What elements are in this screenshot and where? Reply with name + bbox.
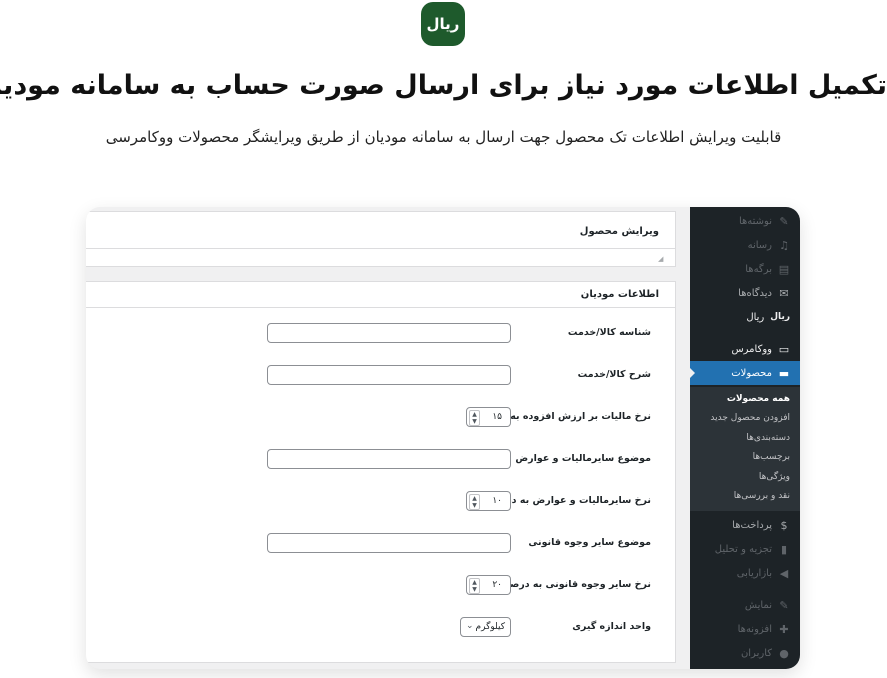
other-tax-subject-label: موضوع سایرمالیات و عوارض xyxy=(515,453,651,464)
active-indicator xyxy=(689,367,695,379)
submenu-item-all-products[interactable]: همه محصولات xyxy=(690,389,800,409)
divider xyxy=(86,248,675,249)
page-subtitle: قابلیت ویرایش اطلاعات تک محصول جهت ارسال… xyxy=(105,128,782,146)
users-icon: ● xyxy=(779,646,789,660)
screenshot-window: ✎ نوشته‌ها ♫ رسانه ▤ برگه‌ها ✉ دیدگاه‌ها… xyxy=(86,207,800,669)
measurement-unit-label: واحد اندازه گیری xyxy=(572,621,651,632)
brand-logo: ریال xyxy=(421,2,465,46)
pin-icon: ✎ xyxy=(779,214,789,228)
sidebar-item-label: ووکامرس xyxy=(731,343,772,355)
page-title: تکمیل اطلاعات مورد نیاز برای ارسال صورت … xyxy=(0,70,887,101)
sidebar-item-marketing[interactable]: ◀ بازاریابی xyxy=(690,562,800,584)
taxpayer-info-title: اطلاعات مودیان xyxy=(580,289,659,300)
other-tax-rate-input[interactable]: ۱۰ ▲ ▼ xyxy=(466,491,511,511)
edit-product-title: ویرایش محصول xyxy=(579,226,659,237)
submenu-item-add-new[interactable]: افزودن محصول جدید xyxy=(690,409,800,429)
sidebar-item-users[interactable]: ● کاربران xyxy=(690,642,800,664)
admin-sidebar: ✎ نوشته‌ها ♫ رسانه ▤ برگه‌ها ✉ دیدگاه‌ها… xyxy=(689,207,800,669)
vat-rate-label: نرخ مالیات بر ارزش افزوده به درصد xyxy=(481,411,651,422)
resize-handle-icon[interactable]: ◢ xyxy=(658,255,663,263)
spinner-icon[interactable]: ▲ ▼ xyxy=(469,494,480,510)
appearance-icon: ✎ xyxy=(779,598,789,612)
sidebar-item-plugins[interactable]: ✚ افزونه‌ها xyxy=(690,618,800,640)
sidebar-item-media[interactable]: ♫ رسانه xyxy=(690,234,800,256)
sidebar-item-label: رسانه xyxy=(747,239,772,251)
product-description-input[interactable] xyxy=(267,365,511,385)
spinner-icon[interactable]: ▲ ▼ xyxy=(469,410,480,426)
spinner-icon[interactable]: ▲ ▼ xyxy=(469,578,480,594)
sidebar-item-woocommerce[interactable]: ▭ ووکامرس xyxy=(690,338,800,360)
legal-funds-subject-input[interactable] xyxy=(267,533,511,553)
measurement-unit-select[interactable]: کیلوگرم ⌄ xyxy=(460,617,511,637)
other-tax-rate-label: نرخ سایرمالیات و عوارض به درصد xyxy=(491,495,651,506)
sidebar-item-label: برگه‌ها xyxy=(745,263,772,275)
sidebar-item-label: نوشته‌ها xyxy=(738,215,772,227)
media-icon: ♫ xyxy=(779,238,789,252)
product-description-label: شرح کالا/خدمت xyxy=(577,369,651,380)
comment-icon: ✉ xyxy=(779,286,789,300)
divider xyxy=(86,307,675,308)
payments-icon: $ xyxy=(780,518,788,532)
brand-logo-text: ریال xyxy=(426,15,460,33)
marketing-icon: ◀ xyxy=(779,566,789,580)
sidebar-item-analytics[interactable]: ▮ تجزیه و تحلیل xyxy=(690,538,800,560)
other-tax-subject-input[interactable] xyxy=(267,449,511,469)
plugins-icon: ✚ xyxy=(779,622,789,636)
product-id-input[interactable] xyxy=(267,323,511,343)
sidebar-item-products[interactable]: ▬ محصولات xyxy=(689,361,800,385)
sidebar-item-label: نمایش xyxy=(744,599,772,611)
sidebar-item-payments[interactable]: $ پرداخت‌ها xyxy=(690,514,800,536)
sidebar-item-label: بازاریابی xyxy=(736,567,772,579)
sidebar-item-label: پرداخت‌ها xyxy=(732,519,772,531)
edit-product-panel: ویرایش محصول ◢ xyxy=(86,211,676,267)
products-submenu: همه محصولات افزودن محصول جدید دسته‌بندی‌… xyxy=(690,387,800,511)
rial-icon: ریال xyxy=(770,312,790,322)
products-icon: ▬ xyxy=(778,366,790,380)
pages-icon: ▤ xyxy=(778,262,790,276)
submenu-item-tags[interactable]: برچسب‌ها xyxy=(690,448,800,468)
sidebar-item-pages[interactable]: ▤ برگه‌ها xyxy=(690,258,800,280)
legal-funds-rate-value: ۲۰ xyxy=(492,580,502,590)
legal-funds-subject-label: موضوع سایر وجوه قانونی xyxy=(528,537,651,548)
vat-rate-input[interactable]: ۱۵ ▲ ▼ xyxy=(466,407,511,427)
submenu-item-attributes[interactable]: ویژگی‌ها xyxy=(690,467,800,487)
other-tax-rate-value: ۱۰ xyxy=(492,496,502,506)
legal-funds-rate-label: نرخ سایر وجوه قانونی به درصد xyxy=(504,579,651,590)
measurement-unit-value: کیلوگرم xyxy=(475,622,505,632)
taxpayer-info-panel: اطلاعات مودیان شناسه کالا/خدمت شرح کالا/… xyxy=(86,281,676,663)
sidebar-item-label: دیدگاه‌ها xyxy=(738,287,772,299)
product-id-label: شناسه کالا/خدمت xyxy=(567,327,651,338)
sidebar-item-comments[interactable]: ✉ دیدگاه‌ها xyxy=(690,282,800,304)
analytics-icon: ▮ xyxy=(780,542,788,556)
sidebar-item-label: محصولات xyxy=(731,367,772,379)
sidebar-item-label: تجزیه و تحلیل xyxy=(714,543,772,555)
chevron-down-icon: ⌄ xyxy=(466,621,474,631)
sidebar-item-label: ریال xyxy=(746,311,765,323)
sidebar-item-label: افزونه‌ها xyxy=(737,623,772,635)
sidebar-item-appearance[interactable]: ✎ نمایش xyxy=(690,594,800,616)
vat-rate-value: ۱۵ xyxy=(492,412,502,422)
submenu-item-categories[interactable]: دسته‌بندی‌ها xyxy=(690,428,800,448)
woocommerce-icon: ▭ xyxy=(778,342,790,356)
sidebar-item-rial[interactable]: ریال ریال xyxy=(690,306,800,328)
sidebar-item-label: کاربران xyxy=(740,647,772,659)
submenu-item-reviews[interactable]: نقد و بررسی‌ها xyxy=(690,487,800,507)
sidebar-item-posts[interactable]: ✎ نوشته‌ها xyxy=(690,210,800,232)
legal-funds-rate-input[interactable]: ۲۰ ▲ ▼ xyxy=(466,575,511,595)
